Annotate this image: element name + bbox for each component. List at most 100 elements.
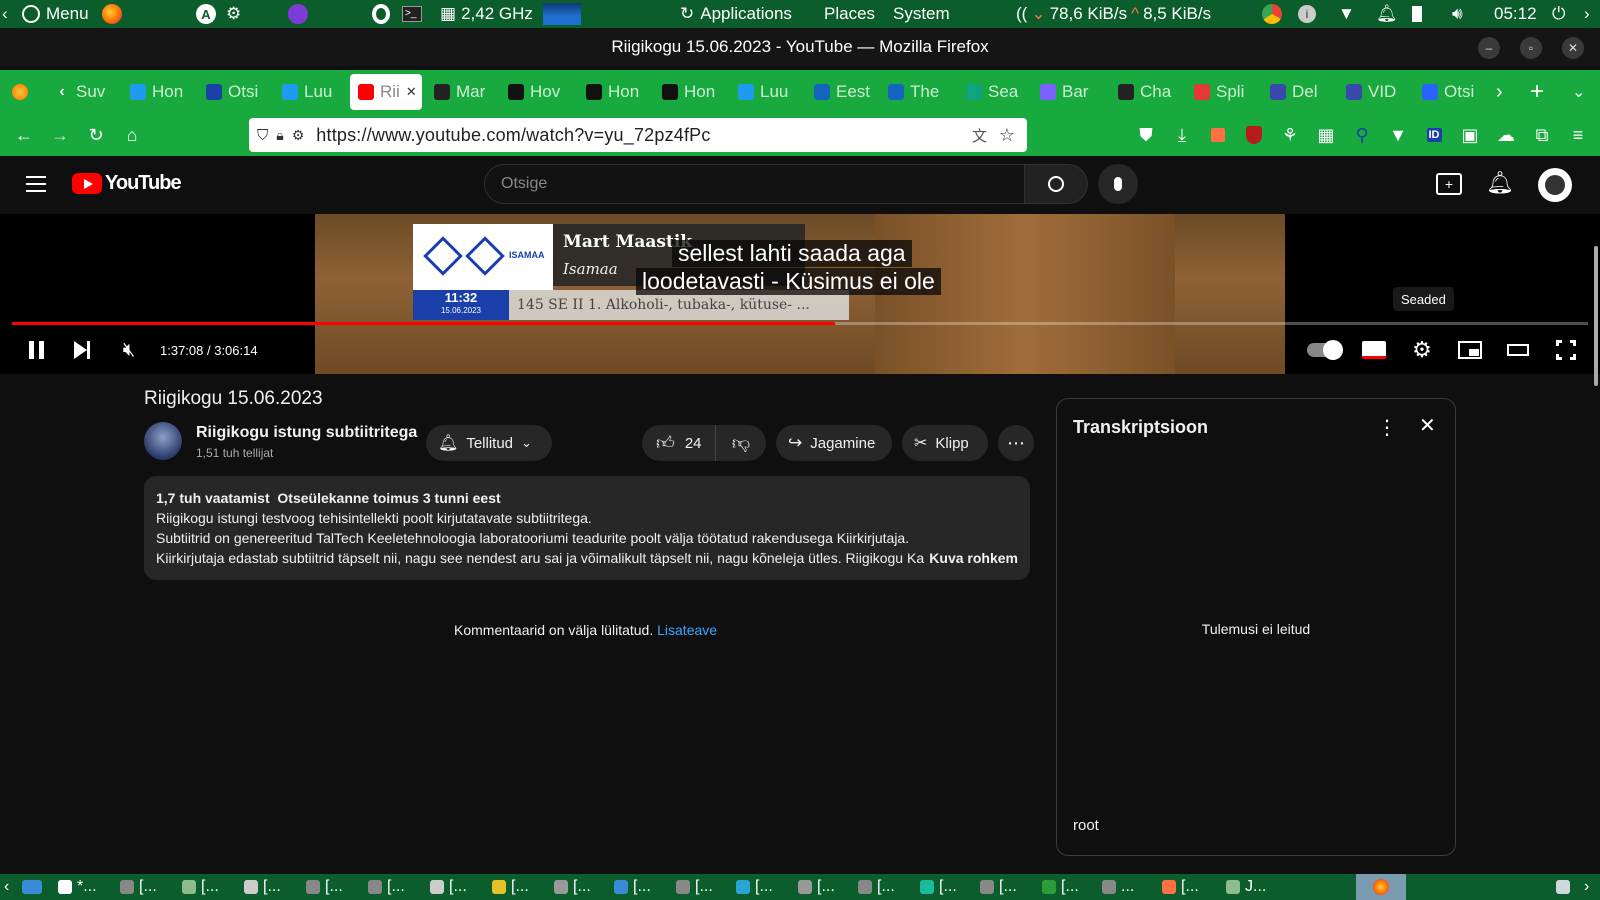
more-actions-button[interactable]: ⋯ xyxy=(998,425,1034,461)
wifi-signal-icon[interactable]: ▼ xyxy=(1338,0,1355,28)
fullscreen-button[interactable] xyxy=(1552,336,1580,364)
firefox-view-button[interactable] xyxy=(12,74,28,110)
account-avatar[interactable] xyxy=(1538,168,1572,202)
applications-menu[interactable]: ↻ Applications xyxy=(680,0,792,28)
tor-icon[interactable] xyxy=(288,0,308,28)
link-extension-icon[interactable]: ⚲ xyxy=(1350,123,1374,147)
transcript-menu-icon[interactable]: ⋮ xyxy=(1377,415,1397,440)
taskbar-item[interactable]: [... xyxy=(980,874,1017,900)
shield-icon[interactable]: ⛉ xyxy=(257,127,268,144)
description-box[interactable]: 1,7 tuh vaatamist Otseülekanne toimus 3 … xyxy=(144,476,1030,580)
taskbar-item[interactable]: [... xyxy=(676,874,713,900)
tab-18[interactable]: Otsi xyxy=(1422,74,1484,110)
taskbar-item[interactable]: [... xyxy=(554,874,591,900)
transcript-footer[interactable]: root xyxy=(1073,817,1099,834)
tab-14[interactable]: Cha xyxy=(1118,74,1180,110)
settings-button[interactable]: ⚙ xyxy=(1408,336,1436,364)
taskbar-item[interactable]: [... xyxy=(306,874,343,900)
autoplay-toggle[interactable] xyxy=(1306,336,1343,364)
ublock-icon[interactable] xyxy=(1242,123,1266,147)
maximize-button[interactable]: ▫ xyxy=(1520,37,1542,59)
close-window-button[interactable]: ✕ xyxy=(1562,37,1584,59)
opera-icon[interactable] xyxy=(372,0,390,28)
pause-button[interactable] xyxy=(22,336,50,364)
minimize-button[interactable]: – xyxy=(1478,37,1500,59)
menu-button[interactable]: Menu xyxy=(22,0,89,28)
taskbar-scroll-left-icon[interactable]: ‹ xyxy=(4,874,9,900)
taskbar-item[interactable]: *... xyxy=(58,874,97,900)
taskbar-scroll-right-icon[interactable]: › xyxy=(1584,874,1589,900)
channel-name[interactable]: Riigikogu istung subtiitritega xyxy=(196,424,417,442)
power-icon[interactable]: ⏻ xyxy=(1552,0,1565,28)
back-button[interactable]: ← xyxy=(12,123,36,147)
miniplayer-button[interactable] xyxy=(1456,336,1484,364)
reload-button[interactable]: ↻ xyxy=(84,123,108,147)
new-tab-button[interactable]: + xyxy=(1530,74,1544,110)
youtube-logo[interactable]: YouTube xyxy=(72,172,182,195)
progress-bar[interactable] xyxy=(12,322,1588,325)
taskbar-item[interactable]: J... xyxy=(1226,874,1266,900)
guide-menu-icon[interactable] xyxy=(24,172,48,196)
tab-0[interactable]: ‹ Suv xyxy=(54,74,116,110)
lock-icon[interactable]: 🔒︎ xyxy=(276,127,283,144)
app-menu-icon[interactable]: ≡ xyxy=(1566,123,1590,147)
bookmark-star-icon[interactable]: ☆ xyxy=(999,125,1015,146)
downloads-icon[interactable]: ⤓ xyxy=(1170,123,1194,147)
cloud-extension-icon[interactable]: ☁ xyxy=(1494,123,1518,147)
taskbar-item[interactable]: [... xyxy=(492,874,529,900)
tab-4[interactable]: Rii ✕ xyxy=(350,74,422,110)
tab-9[interactable]: Luu xyxy=(738,74,800,110)
taskbar-item[interactable]: [... xyxy=(614,874,651,900)
cpu-frequency-applet[interactable]: ▦ 2,42 GHz xyxy=(440,0,533,28)
panel-scroll-left-icon[interactable]: ‹ xyxy=(2,0,8,28)
learn-more-link[interactable]: Lisateave xyxy=(657,622,717,638)
vpn-extension-icon[interactable]: ▣ xyxy=(1458,123,1482,147)
extension-orange-icon[interactable] xyxy=(1206,123,1230,147)
taskbar-item[interactable]: ... xyxy=(1102,874,1134,900)
search-button[interactable] xyxy=(1024,164,1088,204)
tab-8[interactable]: Hon xyxy=(662,74,724,110)
places-menu[interactable]: Places xyxy=(824,0,875,28)
tab-6[interactable]: Hov xyxy=(508,74,570,110)
tabs-scroll-right-icon[interactable]: › xyxy=(1496,74,1503,110)
share-button[interactable]: ↪ Jagamine xyxy=(776,425,892,461)
tab-5[interactable]: Mar xyxy=(434,74,496,110)
tab-7[interactable]: Hon xyxy=(586,74,648,110)
forward-button[interactable]: → xyxy=(48,123,72,147)
trash-icon[interactable] xyxy=(1556,874,1570,900)
theater-mode-button[interactable] xyxy=(1504,336,1532,364)
system-menu[interactable]: System xyxy=(893,0,950,28)
taskbar-item[interactable]: [... xyxy=(430,874,467,900)
calendar-icon[interactable]: ▦ xyxy=(1314,123,1338,147)
url-text[interactable]: https://www.youtube.com/watch?v=yu_72pz4… xyxy=(316,125,710,146)
panel-scroll-right-icon[interactable]: › xyxy=(1584,0,1590,28)
tab-2[interactable]: Otsi xyxy=(206,74,268,110)
next-button[interactable] xyxy=(68,336,96,364)
subscribed-button[interactable]: 🔔︎ Tellitud ⌄ xyxy=(426,425,552,461)
notifications-bell-icon[interactable]: 🔔︎ xyxy=(1486,170,1514,196)
mute-button[interactable]: 🔇︎ xyxy=(114,336,144,364)
like-button[interactable]: 👍︎ 24 xyxy=(642,425,716,461)
tab-10[interactable]: Eest xyxy=(814,74,876,110)
taskbar-item[interactable]: [... xyxy=(1162,874,1199,900)
tab-16[interactable]: Del xyxy=(1270,74,1332,110)
tab-12[interactable]: Sea xyxy=(966,74,1028,110)
taskbar-item[interactable]: [... xyxy=(120,874,157,900)
tab-3[interactable]: Luu xyxy=(282,74,344,110)
channel-avatar[interactable] xyxy=(144,422,182,460)
tab-17[interactable]: VID xyxy=(1346,74,1408,110)
id-extension-icon[interactable]: ID xyxy=(1422,123,1446,147)
accessibility-icon[interactable]: A xyxy=(196,0,216,28)
taskbar-item[interactable]: [... xyxy=(736,874,773,900)
taskbar-item[interactable]: [... xyxy=(858,874,895,900)
close-tab-icon[interactable]: ✕ xyxy=(406,84,417,100)
filter-icon[interactable]: ▼ xyxy=(1386,123,1410,147)
create-video-icon[interactable]: + xyxy=(1436,173,1462,195)
page-scrollbar[interactable] xyxy=(1594,246,1598,386)
taskbar-active-firefox[interactable] xyxy=(1356,874,1406,900)
taskbar-item[interactable]: [... xyxy=(798,874,835,900)
firefox-launcher-icon[interactable] xyxy=(102,0,122,28)
url-bar[interactable]: ⛉ 🔒︎ ⚙ https://www.youtube.com/watch?v=y… xyxy=(249,118,1027,152)
subtitles-button[interactable] xyxy=(1360,336,1388,364)
chrome-icon[interactable] xyxy=(1262,0,1282,28)
